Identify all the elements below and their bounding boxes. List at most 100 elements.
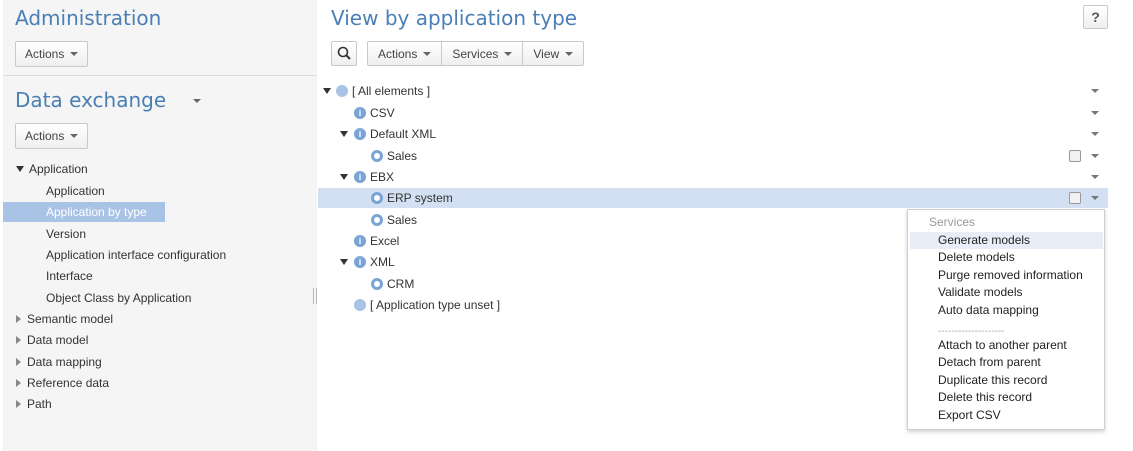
actions-label: Actions: [378, 46, 418, 61]
admin-actions-label: Actions: [25, 47, 65, 61]
nav-label: Reference data: [27, 376, 110, 390]
nav-application-interface-configuration[interactable]: Application interface configuration: [46, 248, 226, 262]
chevron-down-icon: [565, 51, 574, 56]
nav-label: Path: [27, 397, 52, 411]
tree-row[interactable]: i CSV: [318, 103, 1108, 123]
nav-application[interactable]: Application: [46, 184, 105, 198]
row-checkbox[interactable]: [1069, 150, 1081, 162]
nav-interface[interactable]: Interface: [46, 269, 93, 283]
section-actions-button[interactable]: Actions: [15, 123, 89, 149]
tree-label: ERP system: [387, 191, 453, 205]
collapsed-arrow-icon: [16, 400, 21, 408]
menu-item-purge-removed-information[interactable]: Purge removed information: [910, 267, 1103, 284]
chevron-down-icon[interactable]: [1091, 89, 1099, 93]
node-icon: [336, 85, 348, 97]
page-title: View by application type: [331, 6, 578, 30]
row-checkbox[interactable]: [1069, 192, 1081, 204]
search-button[interactable]: [331, 41, 357, 66]
menu-item-auto-data-mapping[interactable]: Auto data mapping: [910, 302, 1103, 319]
chevron-down-icon: [70, 52, 79, 56]
nav-label: Application: [29, 162, 88, 176]
menu-item-detach-from-parent[interactable]: Detach from parent: [910, 354, 1103, 371]
sidebar: Administration Actions Data exchange Act…: [3, 0, 317, 451]
tree-row[interactable]: i EBX: [318, 167, 1108, 187]
info-icon: i: [354, 171, 366, 183]
nav-data-mapping[interactable]: Data mapping: [16, 355, 102, 369]
menu-item-generate-models[interactable]: Generate models: [910, 232, 1103, 249]
tree-label: [ Application type unset ]: [370, 298, 501, 312]
nav-label: Data model: [27, 333, 89, 347]
chevron-down-icon[interactable]: [1091, 111, 1099, 115]
help-button[interactable]: ?: [1083, 5, 1108, 29]
nav-reference-data[interactable]: Reference data: [16, 376, 109, 390]
section-title[interactable]: Data exchange: [15, 88, 201, 112]
collapsed-arrow-icon: [16, 315, 21, 323]
services-button[interactable]: Services: [442, 42, 524, 65]
menu-item-duplicate-this-record[interactable]: Duplicate this record: [910, 372, 1103, 389]
nav-label: Semantic model: [27, 312, 114, 326]
tree-label: EBX: [370, 170, 395, 184]
divider: [3, 75, 317, 76]
chevron-down-icon[interactable]: [1091, 196, 1099, 200]
menu-divider: --------------------: [938, 326, 1005, 337]
tree-label: [ All elements ]: [352, 84, 431, 98]
menu-item-validate-models[interactable]: Validate models: [910, 284, 1103, 301]
collapsed-arrow-icon: [16, 336, 21, 344]
toolbar: Actions Services View: [367, 41, 585, 66]
menu-item-delete-this-record[interactable]: Delete this record: [910, 389, 1103, 406]
chevron-down-icon: [70, 134, 79, 138]
tree-row-selected[interactable]: ERP system: [318, 188, 1108, 208]
tree-label: Default XML: [370, 127, 437, 141]
view-label: View: [533, 46, 560, 61]
services-menu: Services Generate models Delete models P…: [907, 209, 1105, 430]
expand-arrow-icon: [16, 166, 24, 172]
nav-label: Data mapping: [27, 355, 102, 369]
menu-item-export-csv[interactable]: Export CSV: [910, 407, 1103, 424]
node-icon: [354, 299, 366, 311]
record-icon: [371, 192, 383, 204]
record-icon: [371, 278, 383, 290]
view-button[interactable]: View: [523, 42, 583, 65]
expand-arrow-icon[interactable]: [340, 131, 348, 137]
tree-label: XML: [370, 255, 395, 269]
menu-item-delete-models[interactable]: Delete models: [910, 249, 1103, 266]
nav-semantic-model[interactable]: Semantic model: [16, 312, 113, 326]
nav-application-group[interactable]: Application: [16, 162, 88, 176]
tree-label: CSV: [370, 106, 395, 120]
section-title-label: Data exchange: [15, 88, 167, 112]
info-icon: i: [354, 235, 366, 247]
tree-label: Sales: [387, 149, 418, 163]
chevron-down-icon: [192, 99, 201, 103]
record-icon: [371, 150, 383, 162]
nav-path[interactable]: Path: [16, 397, 52, 411]
services-label: Services: [452, 46, 499, 61]
search-icon: [337, 46, 351, 60]
expand-arrow-icon[interactable]: [340, 259, 348, 265]
collapsed-arrow-icon: [16, 379, 21, 387]
tree-row[interactable]: [ All elements ]: [318, 81, 1108, 101]
nav-object-class-by-application[interactable]: Object Class by Application: [46, 291, 191, 305]
admin-actions-button[interactable]: Actions: [15, 41, 89, 67]
info-icon: i: [354, 256, 366, 268]
expand-arrow-icon[interactable]: [340, 174, 348, 180]
tree-row[interactable]: i Default XML: [318, 124, 1108, 144]
actions-button[interactable]: Actions: [368, 42, 443, 65]
tree-label: Sales: [387, 213, 418, 227]
nav-data-model[interactable]: Data model: [16, 333, 88, 347]
chevron-down-icon[interactable]: [1091, 175, 1099, 179]
expand-arrow-icon[interactable]: [323, 88, 331, 94]
resize-handle[interactable]: [313, 288, 317, 304]
nav-application-by-type[interactable]: Application by type: [3, 202, 165, 222]
collapsed-arrow-icon: [16, 358, 21, 366]
info-icon: i: [354, 107, 366, 119]
record-icon: [371, 214, 383, 226]
chevron-down-icon[interactable]: [1091, 132, 1099, 136]
info-icon: i: [354, 128, 366, 140]
nav-version[interactable]: Version: [46, 227, 86, 241]
chevron-down-icon[interactable]: [1091, 154, 1099, 158]
menu-item-attach-to-another-parent[interactable]: Attach to another parent: [910, 337, 1103, 354]
chevron-down-icon: [423, 51, 432, 56]
menu-header: Services: [929, 215, 976, 229]
chevron-down-icon: [504, 51, 513, 56]
tree-row[interactable]: Sales: [318, 146, 1108, 166]
